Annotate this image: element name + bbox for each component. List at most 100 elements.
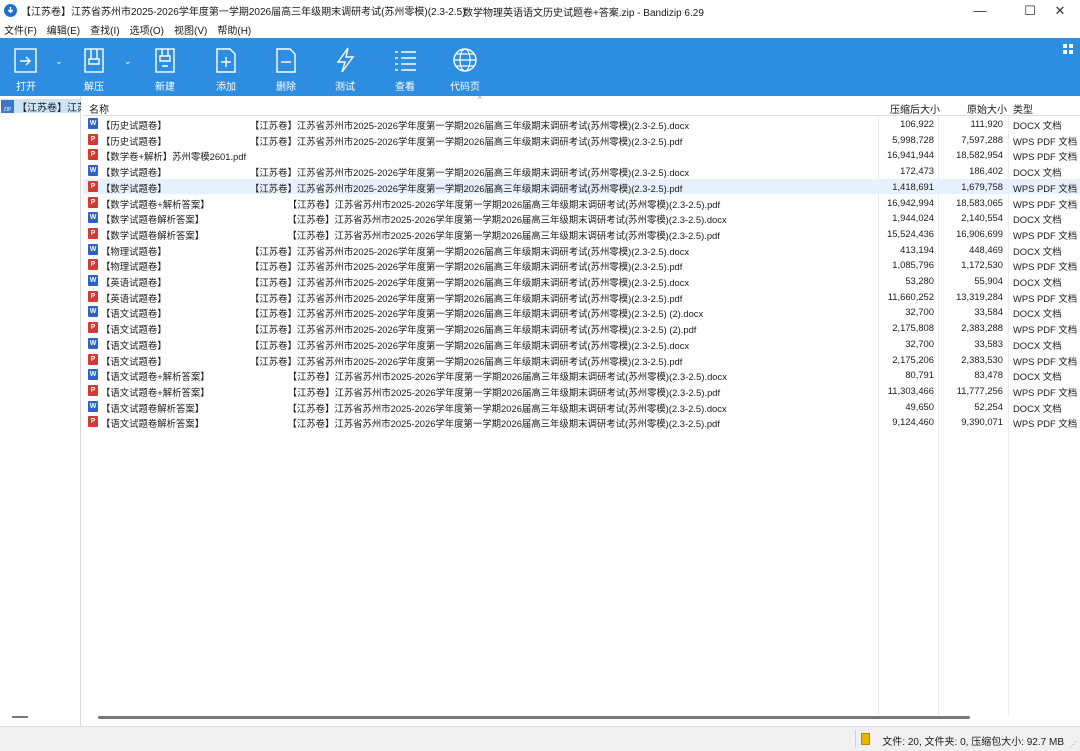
file-name: 【数学试题卷+解析答案】 【江苏卷】江苏省苏州市2025-2026学年度第一学期… [101, 198, 721, 210]
tree-root-archive[interactable]: ZIP 【江苏卷】江苏省苏州市 [1, 99, 81, 113]
word-document-icon: W [88, 400, 98, 412]
status-bar: 文件: 20, 文件夹: 0, 压缩包大小: 92.7 MB ⋰ [0, 726, 1080, 751]
table-row[interactable]: W 【语文试题卷解析答案】 【江苏卷】江苏省苏州市2025-2026学年度第一学期… [83, 399, 1080, 415]
pdf-document-icon: P [88, 259, 98, 271]
codepage-label: 代码页 [450, 82, 480, 93]
status-separator [855, 730, 856, 748]
codepage-button[interactable]: 代码页 [440, 38, 490, 96]
word-document-icon: W [88, 275, 98, 286]
menu-file[interactable]: 文件(F) [0, 22, 41, 37]
new-button[interactable]: 新建 [140, 38, 190, 96]
file-list[interactable]: ^ 名称 压缩后大小 原始大小 类型 W 【历史试题卷】 【江苏卷】江苏省苏州市2… [83, 95, 1080, 726]
resize-grip-icon[interactable]: ⋰ [1069, 740, 1078, 749]
add-button[interactable]: 添加 [201, 38, 251, 96]
file-name: 【语文试题卷】 【江苏卷】江苏省苏州市2025-2026学年度第一学期2026届… [101, 308, 704, 320]
original-size: 1,679,758 [961, 180, 1003, 192]
original-size: 2,383,288 [961, 322, 1003, 334]
archive-status-icon [861, 733, 870, 745]
compressed-size: 32,700 [905, 306, 934, 318]
compressed-size: 1,418,691 [892, 180, 934, 192]
original-size: 448,469 [969, 243, 1003, 255]
add-file-icon [216, 48, 236, 73]
file-type: DOCX 文档 [1013, 277, 1062, 288]
file-type: WPS PDF 文档 [1013, 261, 1078, 273]
layout-grid-icon[interactable] [1063, 44, 1074, 55]
file-name: 【语文试题卷+解析答案】 【江苏卷】江苏省苏州市2025-2026学年度第一学期… [101, 371, 727, 383]
extract-dropdown-icon[interactable]: ⌄ [124, 56, 132, 67]
minimize-button[interactable]: — [960, 0, 1000, 21]
column-header-compressed-size[interactable]: 压缩后大小 [890, 101, 940, 116]
original-size: 2,383,530 [961, 353, 1003, 365]
table-row[interactable]: W 【数学试题卷】 【江苏卷】江苏省苏州市2025-2026学年度第一学期2026… [83, 163, 1080, 179]
table-row[interactable]: P 【数学试题卷+解析答案】 【江苏卷】江苏省苏州市2025-2026学年度第一学… [83, 195, 1080, 211]
table-row[interactable]: P 【数学试题卷】 【江苏卷】江苏省苏州市2025-2026学年度第一学期2026… [83, 178, 1080, 195]
test-button[interactable]: 测试 [320, 38, 370, 96]
table-row[interactable]: P 【语文试题卷】 【江苏卷】江苏省苏州市2025-2026学年度第一学期2026… [83, 352, 1080, 368]
pdf-document-icon: P [88, 384, 98, 396]
table-row[interactable]: W 【语文试题卷】 【江苏卷】江苏省苏州市2025-2026学年度第一学期2026… [83, 304, 1080, 320]
file-name: 【数学卷+解析】苏州零模2601.pdf [101, 151, 247, 163]
file-type: WPS PDF 文档 [1013, 292, 1078, 304]
tree-root-label: 【江苏卷】江苏省苏州市 [17, 102, 81, 114]
table-row[interactable]: W 【语文试题卷】 【江苏卷】江苏省苏州市2025-2026学年度第一学期2026… [83, 336, 1080, 352]
compressed-size: 1,944,024 [892, 212, 934, 224]
open-button[interactable]: 打开 [1, 38, 51, 96]
delete-button[interactable]: 删除 [261, 38, 311, 96]
column-header-type[interactable]: 类型 [1013, 101, 1033, 116]
menu-edit[interactable]: 编辑(E) [43, 22, 84, 37]
table-row[interactable]: W 【语文试题卷+解析答案】 【江苏卷】江苏省苏州市2025-2026学年度第一学… [83, 367, 1080, 383]
file-type: DOCX 文档 [1013, 308, 1062, 320]
horizontal-scrollbar[interactable] [98, 716, 970, 719]
word-document-icon: W [88, 165, 98, 177]
original-size: 13,319,284 [956, 290, 1003, 302]
tree-scrollbar[interactable] [12, 716, 28, 718]
table-row[interactable]: P 【历史试题卷】 【江苏卷】江苏省苏州市2025-2026学年度第一学期2026… [83, 132, 1080, 148]
file-name: 【英语试题卷】 【江苏卷】江苏省苏州市2025-2026学年度第一学期2026届… [101, 292, 683, 304]
table-row[interactable]: W 【历史试题卷】 【江苏卷】江苏省苏州市2025-2026学年度第一学期2026… [83, 116, 1080, 132]
table-row[interactable]: W 【物理试题卷】 【江苏卷】江苏省苏州市2025-2026学年度第一学期2026… [83, 242, 1080, 258]
file-type: WPS PDF 文档 [1013, 151, 1078, 163]
file-type: WPS PDF 文档 [1013, 386, 1078, 398]
pdf-document-icon: P [88, 290, 98, 302]
extract-button[interactable]: 解压 [69, 38, 119, 96]
toolbar: 打开 ⌄ 解压 ⌄ 新建 添加 删除 测试 查看 代码页 [0, 38, 1080, 96]
compressed-size: 49,650 [905, 400, 934, 412]
column-header-original-size[interactable]: 原始大小 [967, 101, 1007, 116]
file-type: WPS PDF 文档 [1013, 229, 1078, 241]
menu-options[interactable]: 选项(O) [126, 22, 168, 37]
original-size: 9,390,071 [961, 416, 1003, 428]
table-row[interactable]: P 【语文试题卷】 【江苏卷】江苏省苏州市2025-2026学年度第一学期2026… [83, 320, 1080, 336]
pdf-document-icon: P [88, 149, 98, 161]
table-row[interactable]: P 【数学卷+解析】苏州零模2601.pdf 16,941,944 18,582,95… [83, 147, 1080, 163]
globe-icon [453, 48, 477, 72]
word-document-icon: W [88, 243, 98, 255]
compressed-size: 16,941,944 [887, 149, 934, 161]
menu-help[interactable]: 帮助(H) [213, 22, 255, 37]
menu-view[interactable]: 视图(V) [170, 22, 211, 37]
original-size: 33,583 [974, 337, 1003, 349]
open-icon [14, 48, 37, 73]
list-header: ^ 名称 压缩后大小 原始大小 类型 [83, 95, 1080, 116]
compressed-size: 9,124,460 [892, 416, 934, 428]
folder-tree[interactable]: ZIP 【江苏卷】江苏省苏州市 [0, 96, 81, 726]
table-row[interactable]: P 【语文试题卷+解析答案】 【江苏卷】江苏省苏州市2025-2026学年度第一学… [83, 383, 1080, 399]
extract-label: 解压 [84, 82, 104, 93]
pdf-document-icon: P [88, 416, 98, 428]
original-size: 186,402 [969, 165, 1003, 177]
table-row[interactable]: P 【数学试题卷解析答案】 【江苏卷】江苏省苏州市2025-2026学年度第一学期… [83, 226, 1080, 242]
pdf-document-icon: P [88, 133, 98, 145]
title-bar: 【江苏卷】江苏省苏州市2025-2026学年度第一学期2026届高三年级期末调研… [0, 0, 1080, 21]
new-label: 新建 [155, 82, 175, 93]
menu-bar: 文件(F) 编辑(E) 查找(I) 选项(O) 视图(V) 帮助(H) [0, 21, 1080, 38]
menu-find[interactable]: 查找(I) [86, 22, 123, 37]
column-header-name[interactable]: 名称 [89, 101, 109, 116]
open-dropdown-icon[interactable]: ⌄ [55, 56, 63, 67]
lightning-icon [336, 47, 355, 73]
table-row[interactable]: P 【语文试题卷解析答案】 【江苏卷】江苏省苏州市2025-2026学年度第一学期… [83, 414, 1080, 430]
view-button[interactable]: 查看 [380, 38, 430, 96]
table-row[interactable]: P 【物理试题卷】 【江苏卷】江苏省苏州市2025-2026学年度第一学期2026… [83, 257, 1080, 273]
table-row[interactable]: P 【英语试题卷】 【江苏卷】江苏省苏州市2025-2026学年度第一学期2026… [83, 289, 1080, 305]
table-row[interactable]: W 【英语试题卷】 【江苏卷】江苏省苏州市2025-2026学年度第一学期2026… [83, 273, 1080, 289]
table-row[interactable]: W 【数学试题卷解析答案】 【江苏卷】江苏省苏州市2025-2026学年度第一学期… [83, 210, 1080, 226]
close-button[interactable]: ✕ [1040, 0, 1080, 21]
